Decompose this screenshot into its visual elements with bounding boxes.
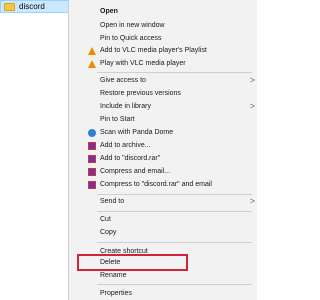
menu-item-label: Compress to "discord.rar" and email [100, 181, 212, 188]
menu-item-pin-start[interactable]: Pin to Start [69, 113, 258, 126]
menu-item-label: Give access to [100, 77, 146, 84]
menu-item-label: Pin to Start [100, 116, 135, 123]
menu-item-label: Open [100, 8, 118, 15]
menu-separator [97, 284, 252, 285]
menu-item-label: Play with VLC media player [100, 60, 186, 67]
menu-item-compress-discord-email[interactable]: Compress to "discord.rar" and email [69, 178, 258, 191]
menu-item-add-discord-rar[interactable]: Add to "discord.rar" [69, 152, 258, 165]
menu-item-label: Add to VLC media player's Playlist [100, 47, 207, 54]
folder-label: discord [19, 2, 45, 11]
menu-separator [97, 242, 252, 243]
menu-item-include-library[interactable]: Include in library > [69, 100, 258, 113]
menu-item-label: Scan with Panda Dome [100, 129, 174, 136]
winrar-icon [88, 181, 96, 189]
vlc-icon [88, 47, 96, 55]
winrar-icon [88, 155, 96, 163]
delete-highlight-box [77, 254, 188, 271]
menu-item-restore-versions[interactable]: Restore previous versions [69, 87, 258, 100]
menu-item-compress-email[interactable]: Compress and email... [69, 165, 258, 178]
vlc-icon [88, 60, 96, 68]
menu-item-open[interactable]: Open [69, 5, 258, 18]
chevron-right-icon: > [249, 196, 255, 206]
menu-item-label: Add to "discord.rar" [100, 155, 161, 162]
chevron-right-icon: > [249, 75, 255, 85]
panda-dome-icon [88, 129, 96, 137]
menu-item-copy[interactable]: Copy [69, 226, 258, 239]
chevron-right-icon: > [249, 101, 255, 111]
menu-item-cut[interactable]: Cut [69, 213, 258, 226]
menu-item-label: Compress and email... [100, 168, 171, 175]
menu-item-vlc-play[interactable]: Play with VLC media player [69, 57, 258, 70]
menu-item-send-to[interactable]: Send to > [69, 195, 258, 208]
menu-item-add-archive[interactable]: Add to archive... [69, 139, 258, 152]
menu-separator [97, 72, 252, 73]
menu-item-label: Restore previous versions [100, 90, 181, 97]
menu-item-label: Cut [100, 216, 111, 223]
menu-item-label: Copy [100, 229, 117, 236]
winrar-icon [88, 168, 96, 176]
menu-item-properties[interactable]: Properties [69, 287, 258, 300]
menu-item-label: Add to archive... [100, 142, 151, 149]
menu-item-label: Send to [100, 198, 125, 205]
folder-icon [4, 3, 15, 11]
winrar-icon [88, 142, 96, 150]
menu-item-vlc-playlist[interactable]: Add to VLC media player's Playlist [69, 44, 258, 57]
menu-item-open-new-window[interactable]: Open in new window [69, 19, 258, 32]
menu-item-scan-panda[interactable]: Scan with Panda Dome [69, 126, 258, 139]
menu-item-give-access[interactable]: Give access to > [69, 74, 258, 87]
menu-item-label: Open in new window [100, 22, 165, 29]
menu-item-label: Include in library [100, 103, 151, 110]
menu-separator [97, 211, 252, 212]
menu-item-label: Properties [100, 290, 132, 297]
